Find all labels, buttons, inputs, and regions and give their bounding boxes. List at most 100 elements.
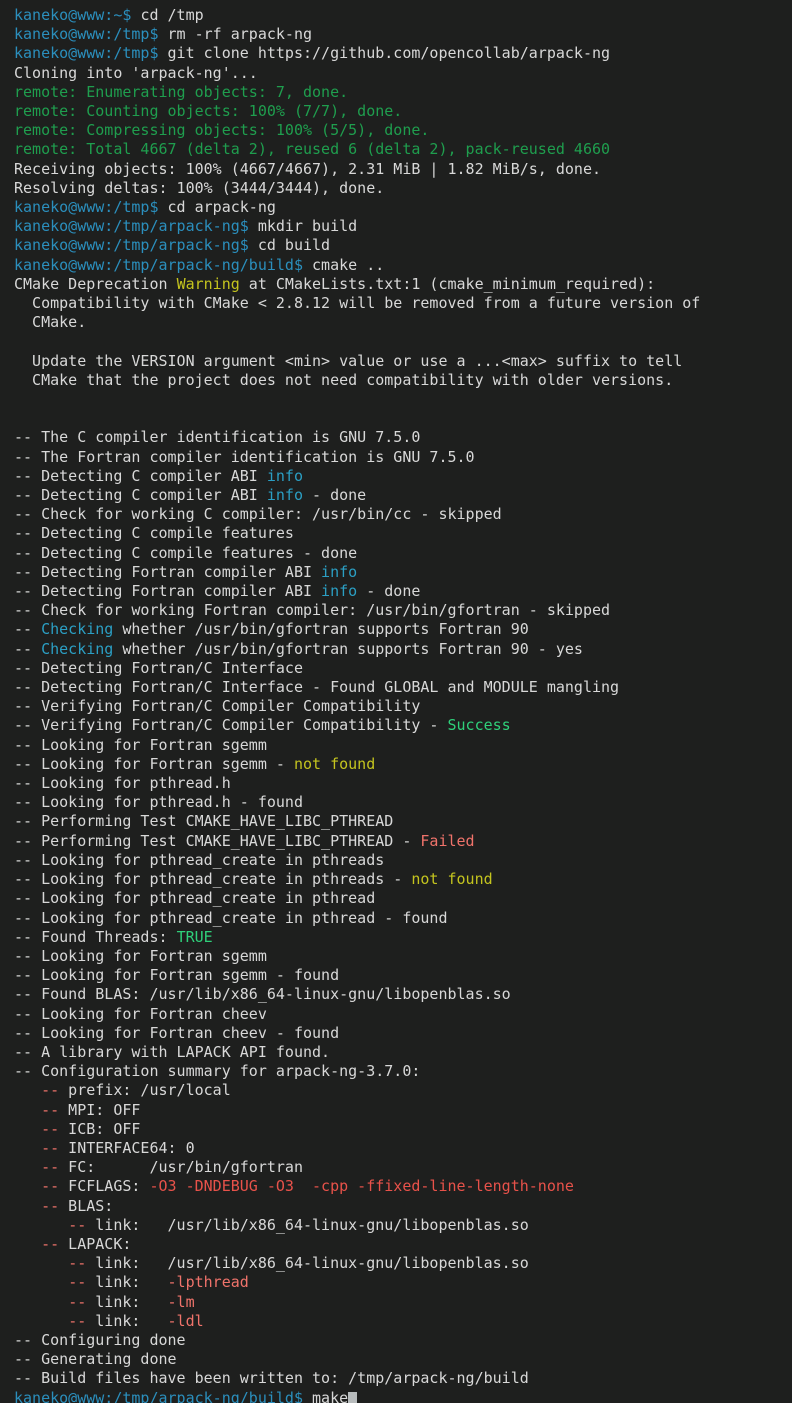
terminal-line: remote: Enumerating objects: 7, done. — [14, 83, 792, 102]
terminal-text: at CMakeLists.txt:1 (cmake_minimum_requi… — [240, 275, 655, 293]
terminal-window[interactable]: kaneko@www:~$ cd /tmpkaneko@www:/tmp$ rm… — [0, 0, 792, 1403]
terminal-text: -- Detecting Fortran/C Interface - Found… — [14, 678, 619, 696]
terminal-text — [14, 1081, 41, 1099]
terminal-line: -- Build files have been written to: /tm… — [14, 1369, 792, 1388]
terminal-line: -- Generating done — [14, 1350, 792, 1369]
terminal-line: -- Checking whether /usr/bin/gfortran su… — [14, 640, 792, 659]
terminal-text — [14, 1158, 41, 1176]
terminal-text: -- Verifying Fortran/C Compiler Compatib… — [14, 716, 447, 734]
terminal-line: -- Detecting C compile features - done — [14, 544, 792, 563]
terminal-text: -- Configuration summary for arpack-ng-3… — [14, 1062, 420, 1080]
terminal-text: Success — [447, 716, 510, 734]
terminal-text: link: — [86, 1312, 167, 1330]
terminal-line: -- Verifying Fortran/C Compiler Compatib… — [14, 697, 792, 716]
terminal-text: INTERFACE64: 0 — [59, 1139, 194, 1157]
terminal-text: rm -rf arpack-ng — [168, 25, 313, 43]
terminal-line — [14, 409, 792, 428]
terminal-text: link: /usr/lib/x86_64-linux-gnu/libopenb… — [86, 1254, 529, 1272]
terminal-text: -- Detecting C compiler ABI — [14, 467, 267, 485]
terminal-line: -- Check for working Fortran compiler: /… — [14, 601, 792, 620]
terminal-text: -- — [68, 1312, 86, 1330]
terminal-line: remote: Counting objects: 100% (7/7), do… — [14, 102, 792, 121]
terminal-text: cd build — [258, 236, 330, 254]
terminal-text: Cloning into 'arpack-ng'... — [14, 64, 258, 82]
terminal-text: -- Found Threads: — [14, 928, 177, 946]
terminal-text: -- Looking for Fortran cheev — [14, 1005, 267, 1023]
terminal-line: -- Looking for Fortran sgemm - found — [14, 966, 792, 985]
terminal-text: -- Looking for Fortran sgemm - — [14, 755, 294, 773]
terminal-text: -- — [14, 620, 41, 638]
terminal-text — [14, 1235, 41, 1253]
terminal-line: -- Looking for pthread.h - found — [14, 793, 792, 812]
shell-prompt: kaneko@www:/tmp$ — [14, 44, 168, 62]
terminal-text: info — [321, 582, 357, 600]
terminal-line: -- Looking for pthread_create in pthread… — [14, 851, 792, 870]
terminal-line: kaneko@www:/tmp/arpack-ng/build$ make — [14, 1389, 792, 1403]
terminal-text: cd /tmp — [140, 6, 203, 24]
terminal-line: -- Detecting C compile features — [14, 524, 792, 543]
shell-prompt: kaneko@www:/tmp/arpack-ng$ — [14, 236, 258, 254]
terminal-text: -- — [41, 1158, 59, 1176]
terminal-line: -- Looking for pthread_create in pthread… — [14, 909, 792, 928]
terminal-line: Compatibility with CMake < 2.8.12 will b… — [14, 294, 792, 313]
terminal-text: whether /usr/bin/gfortran supports Fortr… — [113, 640, 583, 658]
terminal-text: remote: Enumerating objects: 7, done. — [14, 83, 348, 101]
terminal-text: -- Performing Test CMAKE_HAVE_LIBC_PTHRE… — [14, 832, 420, 850]
terminal-text: link: — [86, 1293, 167, 1311]
terminal-text: -- Looking for pthread_create in pthread — [14, 889, 375, 907]
terminal-text: -- Looking for pthread_create in pthread… — [14, 909, 447, 927]
terminal-line: -- ICB: OFF — [14, 1120, 792, 1139]
terminal-text: MPI: OFF — [59, 1101, 140, 1119]
shell-prompt: kaneko@www:/tmp$ — [14, 25, 168, 43]
terminal-line: -- Performing Test CMAKE_HAVE_LIBC_PTHRE… — [14, 812, 792, 831]
terminal-text: whether /usr/bin/gfortran supports Fortr… — [113, 620, 528, 638]
terminal-text: -- The C compiler identification is GNU … — [14, 428, 420, 446]
terminal-line: -- link: -ldl — [14, 1312, 792, 1331]
terminal-text: CMake. — [14, 313, 86, 331]
terminal-text: - done — [303, 486, 366, 504]
terminal-text: -- Looking for pthread.h - found — [14, 793, 303, 811]
terminal-text: -- Detecting Fortran compiler ABI — [14, 582, 321, 600]
terminal-line: CMake. — [14, 313, 792, 332]
shell-prompt: kaneko@www:/tmp$ — [14, 198, 168, 216]
terminal-text — [14, 1312, 68, 1330]
terminal-text: -- Performing Test CMAKE_HAVE_LIBC_PTHRE… — [14, 812, 393, 830]
shell-prompt: kaneko@www:/tmp/arpack-ng$ — [14, 217, 258, 235]
terminal-text: -- — [41, 1101, 59, 1119]
terminal-line: -- A library with LAPACK API found. — [14, 1043, 792, 1062]
terminal-text — [14, 1120, 41, 1138]
terminal-line: -- FC: /usr/bin/gfortran — [14, 1158, 792, 1177]
terminal-line: -- prefix: /usr/local — [14, 1081, 792, 1100]
terminal-line: -- Configuration summary for arpack-ng-3… — [14, 1062, 792, 1081]
terminal-text: remote: Total 4667 (delta 2), reused 6 (… — [14, 140, 610, 158]
terminal-text: link: — [86, 1273, 167, 1291]
terminal-text: -- — [41, 1177, 59, 1195]
terminal-line: Cloning into 'arpack-ng'... — [14, 64, 792, 83]
terminal-text: -- — [41, 1235, 59, 1253]
terminal-line: Receiving objects: 100% (4667/4667), 2.3… — [14, 160, 792, 179]
terminal-text: git clone https://github.com/opencollab/… — [168, 44, 611, 62]
terminal-line: kaneko@www:~$ cd /tmp — [14, 6, 792, 25]
terminal-line: CMake that the project does not need com… — [14, 371, 792, 390]
terminal-text: TRUE — [177, 928, 213, 946]
terminal-text: CMake that the project does not need com… — [14, 371, 673, 389]
terminal-text: cd arpack-ng — [168, 198, 276, 216]
terminal-text: -- Configuring done — [14, 1331, 186, 1349]
terminal-line: -- The C compiler identification is GNU … — [14, 428, 792, 447]
terminal-line: -- Detecting C compiler ABI info - done — [14, 486, 792, 505]
terminal-text: Warning — [177, 275, 240, 293]
terminal-line: -- The Fortran compiler identification i… — [14, 448, 792, 467]
terminal-line: -- Check for working C compiler: /usr/bi… — [14, 505, 792, 524]
terminal-line: -- Verifying Fortran/C Compiler Compatib… — [14, 716, 792, 735]
terminal-text: -- — [41, 1120, 59, 1138]
terminal-text: CMake Deprecation — [14, 275, 177, 293]
terminal-line: -- link: -lpthread — [14, 1273, 792, 1292]
terminal-line: kaneko@www:/tmp$ rm -rf arpack-ng — [14, 25, 792, 44]
terminal-text: -- — [41, 1197, 59, 1215]
terminal-text: -- A library with LAPACK API found. — [14, 1043, 330, 1061]
terminal-text: Failed — [420, 832, 474, 850]
terminal-text: -- Detecting C compiler ABI — [14, 486, 267, 504]
terminal-line: -- MPI: OFF — [14, 1101, 792, 1120]
terminal-line: kaneko@www:/tmp$ cd arpack-ng — [14, 198, 792, 217]
terminal-text — [14, 1177, 41, 1195]
